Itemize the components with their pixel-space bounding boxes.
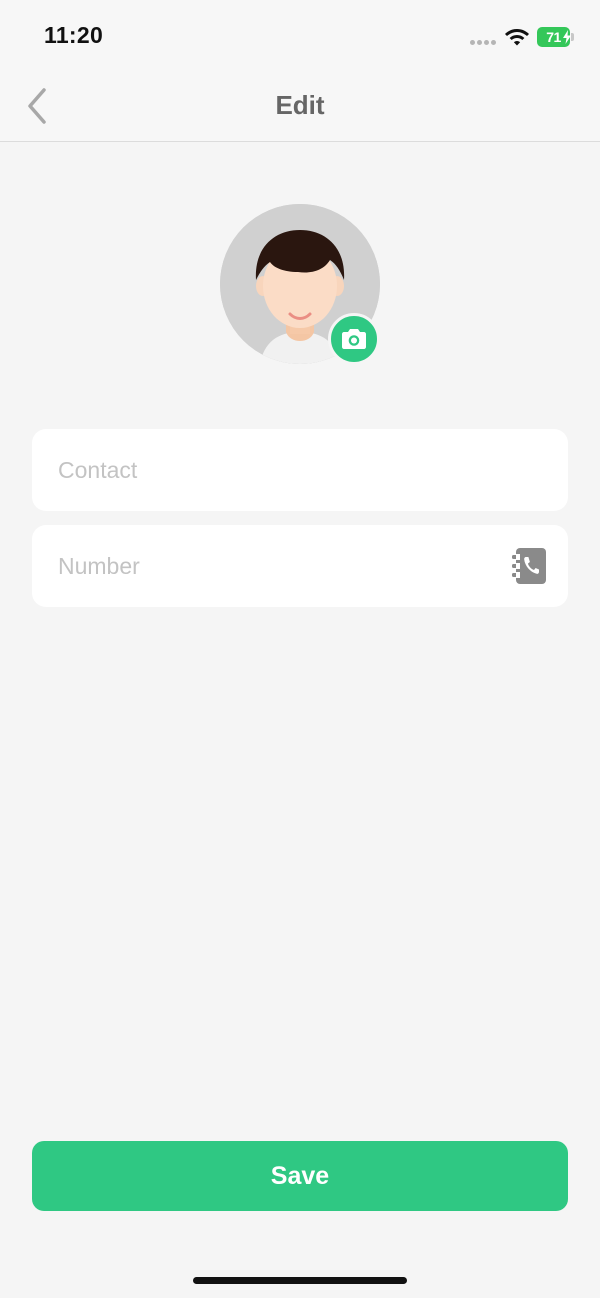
back-button[interactable] (20, 84, 60, 128)
pick-contact-button[interactable] (510, 546, 550, 586)
contact-input[interactable] (58, 429, 518, 511)
avatar-section (220, 204, 382, 366)
chevron-left-icon (28, 88, 46, 124)
camera-icon (342, 329, 366, 349)
home-indicator[interactable] (193, 1277, 407, 1284)
save-button[interactable]: Save (32, 1141, 568, 1211)
cellular-dots-icon (470, 40, 498, 46)
status-bar: 11:20 71 (0, 0, 600, 70)
change-photo-button[interactable] (328, 313, 380, 365)
number-input[interactable] (58, 525, 518, 607)
charging-bolt-icon (563, 30, 571, 44)
nav-bar: Edit (0, 70, 600, 142)
status-time: 11:20 (44, 22, 104, 48)
contact-field-container (32, 429, 568, 511)
battery-icon: 71 (537, 27, 575, 47)
wifi-icon (505, 29, 529, 46)
edit-contact-screen: 11:20 71 Edit Contact Number Save (0, 0, 600, 1298)
number-field-container (32, 525, 568, 607)
contacts-book-icon (512, 548, 546, 584)
page-title: Edit (275, 90, 325, 120)
